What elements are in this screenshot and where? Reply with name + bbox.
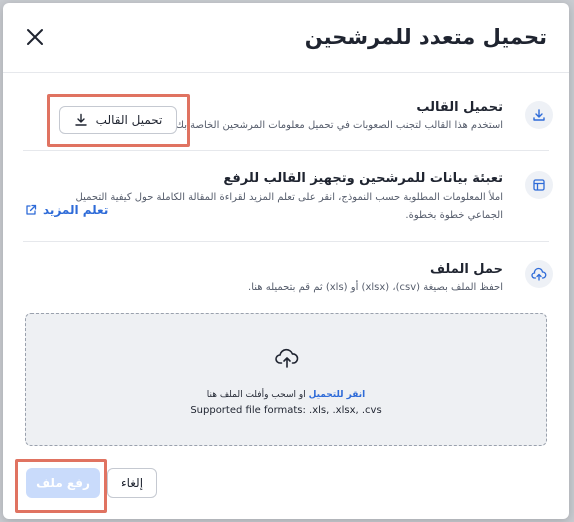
dropzone-instructions: انقر للتحميل او اسحب وأفلت الملف هنا: [26, 390, 546, 400]
step-description: استخدم هذا القالب لتجنب الصعوبات في تحمي…: [172, 120, 503, 131]
cloud-upload-icon: [274, 347, 300, 373]
layout-icon: [525, 171, 553, 199]
supported-formats: Supported file formats: .xls, .xlsx, .cv…: [190, 405, 382, 416]
cloud-upload-icon: [525, 260, 553, 288]
close-icon[interactable]: [25, 27, 45, 47]
learn-more-label: تعلم المزيد: [43, 203, 109, 217]
download-template-button[interactable]: تحميل القالب: [59, 106, 177, 134]
step-title: تحميل القالب: [416, 100, 503, 115]
step-description: املأ المعلومات المطلوبة حسب النموذج، انق…: [75, 192, 503, 203]
dialog-header: تحميل متعدد للمرشحين: [3, 3, 569, 73]
divider: [23, 241, 549, 242]
external-link-icon: [26, 204, 37, 215]
file-dropzone[interactable]: انقر للتحميل او اسحب وأفلت الملف هنا Sup…: [25, 313, 547, 446]
step-description: الجماعي خطوة بخطوة.: [405, 210, 503, 221]
download-icon: [525, 101, 553, 129]
step-title: حمل الملف: [429, 262, 503, 277]
dialog-title: تحميل متعدد للمرشحين: [304, 25, 547, 49]
click-to-upload-link[interactable]: انقر للتحميل: [309, 390, 366, 400]
download-template-label: تحميل القالب: [95, 113, 163, 127]
bulk-upload-dialog: تحميل متعدد للمرشحين تحميل القالب استخدم…: [3, 3, 569, 519]
download-icon: [74, 113, 87, 126]
learn-more-link[interactable]: تعلم المزيد: [25, 203, 108, 217]
dropzone-text: او اسحب وأفلت الملف هنا: [206, 390, 309, 400]
step-description: احفظ الملف بصيغة (csv)، (xlsx) أو (xls) …: [248, 282, 503, 293]
upload-file-button[interactable]: رفع ملف: [26, 468, 100, 498]
step-title: تعبئة بيانات للمرشحين وتجهيز القالب للرف…: [223, 171, 503, 186]
cancel-button[interactable]: إلغاء: [107, 468, 157, 498]
divider: [23, 150, 549, 151]
